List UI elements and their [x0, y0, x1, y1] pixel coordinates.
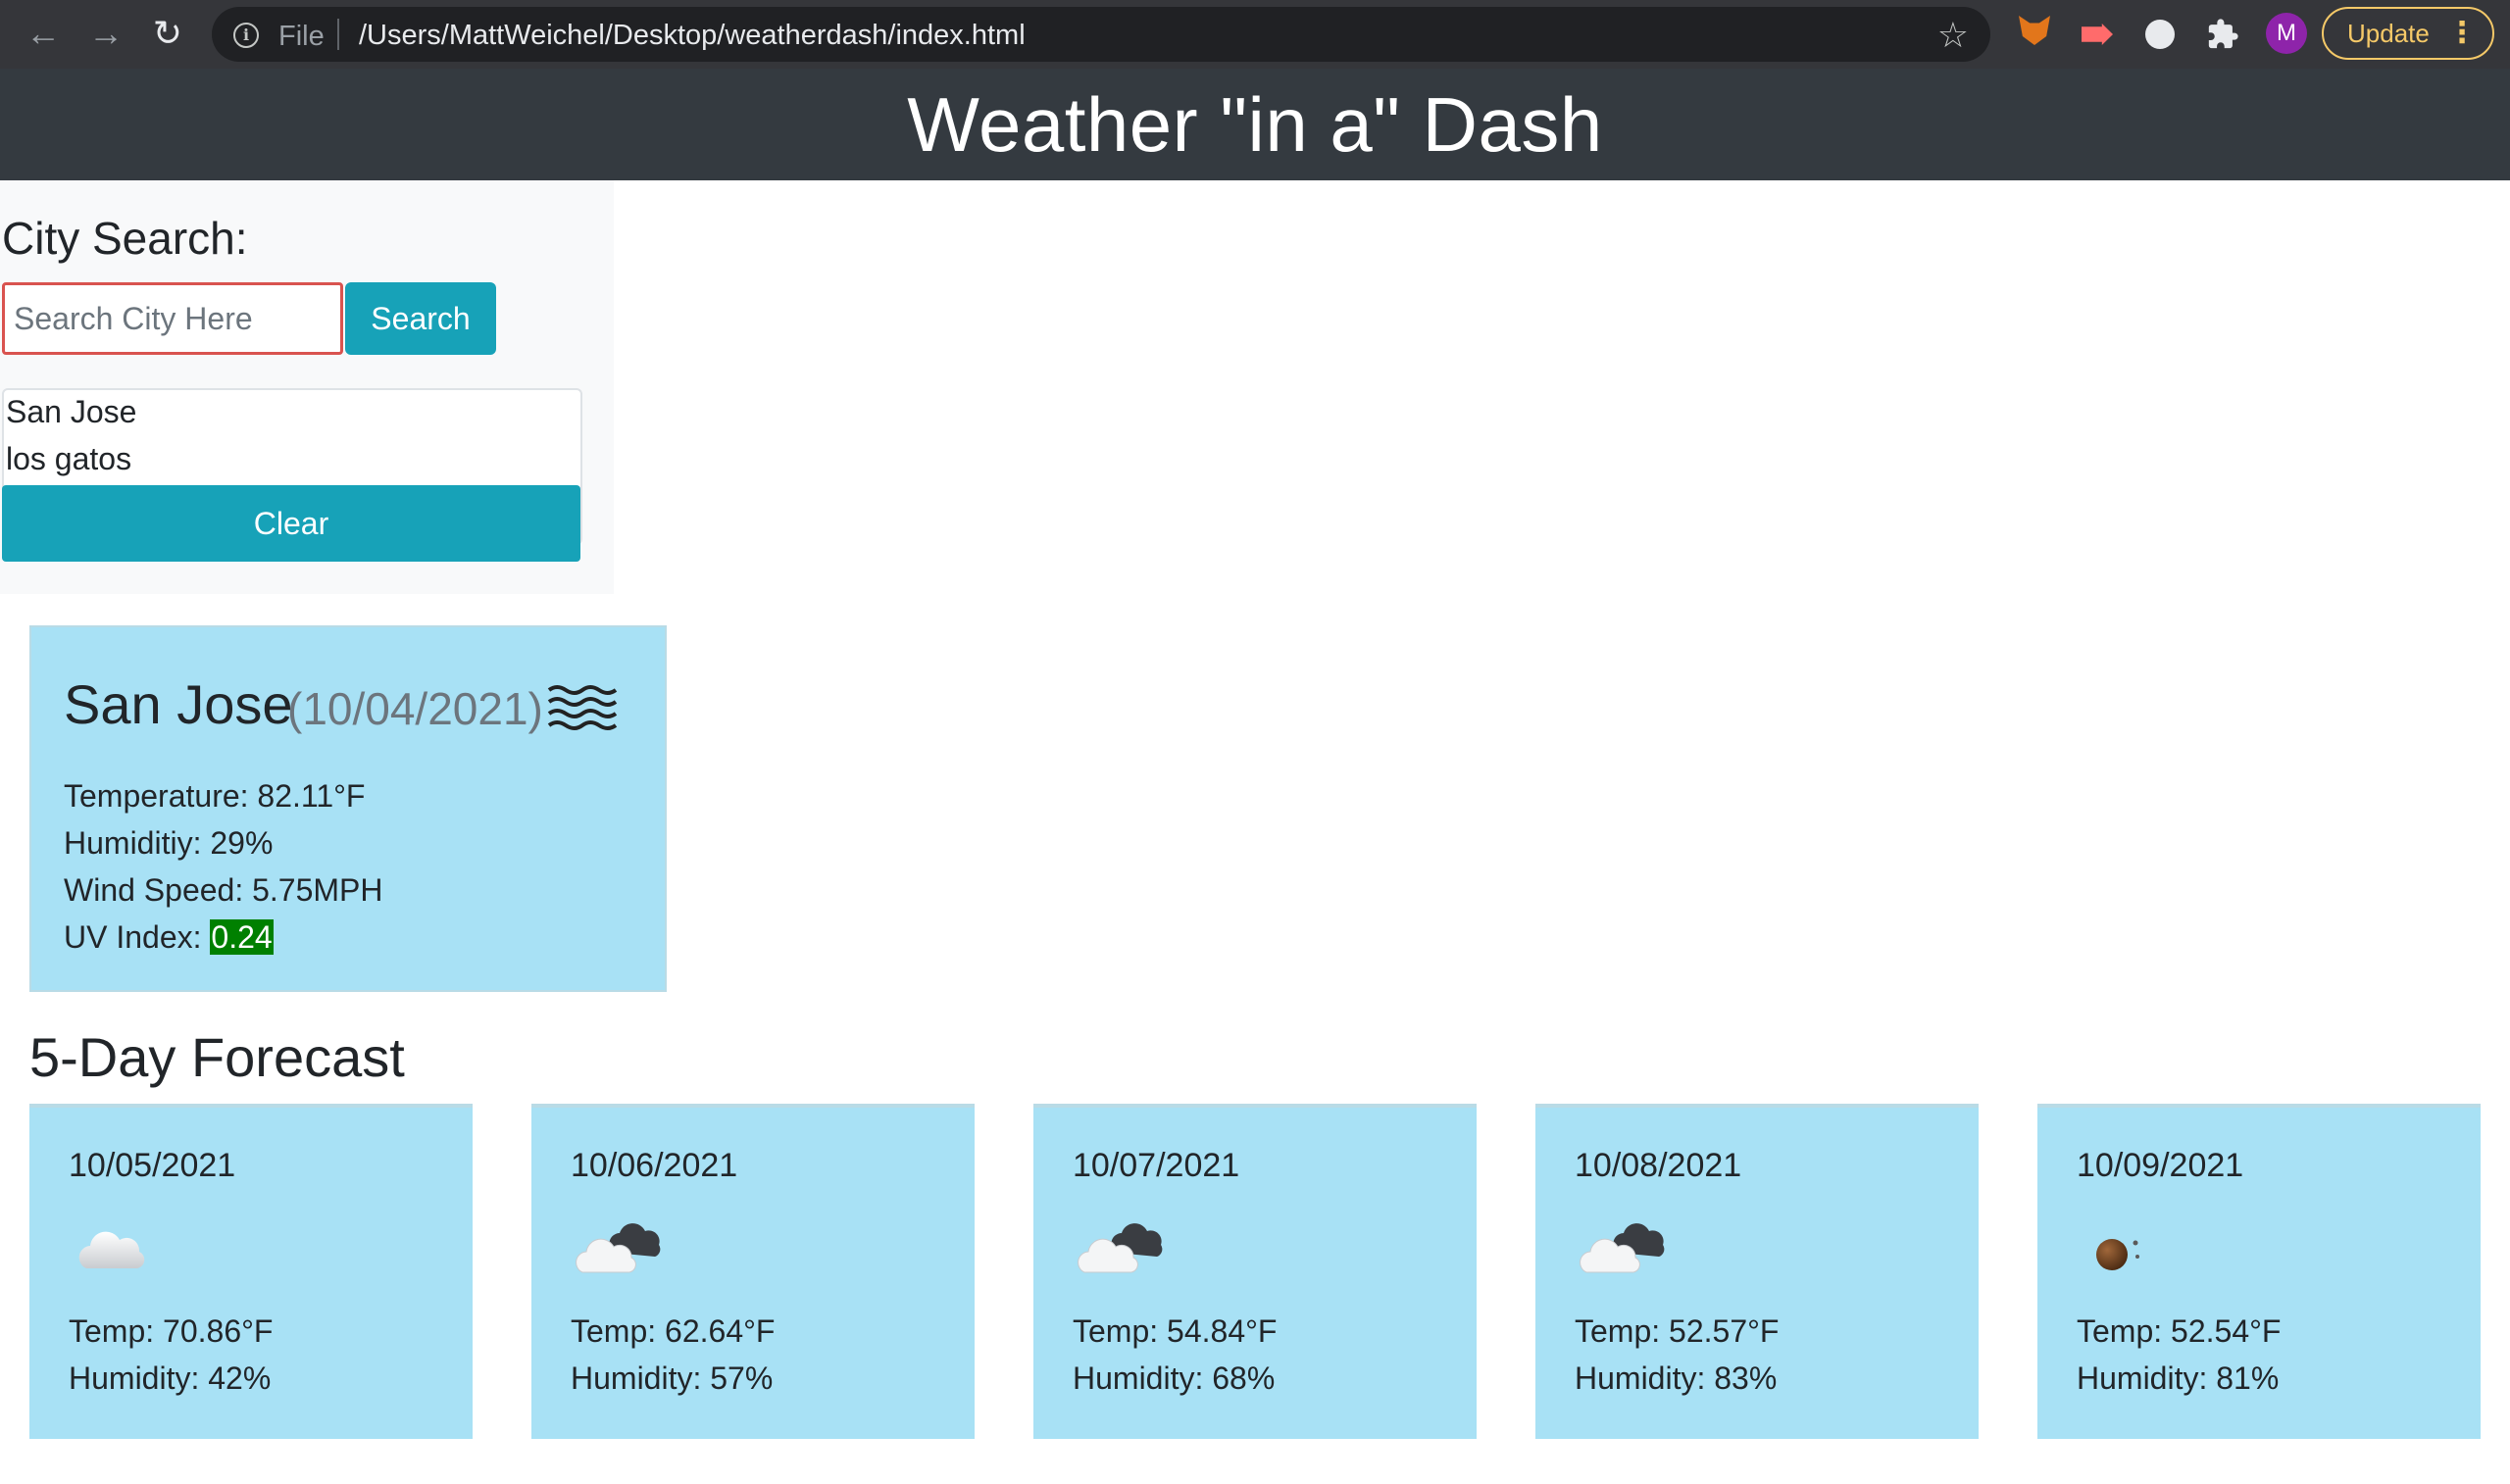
- forecast-date: 10/05/2021: [69, 1147, 236, 1184]
- avatar[interactable]: M: [2266, 13, 2307, 54]
- forecast-card: 10/09/2021 Temp: 52.54°F Humidity: 81%: [2037, 1104, 2481, 1439]
- forecast-temp: Temp: 62.64°F: [571, 1313, 776, 1349]
- broken-clouds-icon: [1580, 1223, 1665, 1273]
- forecast-date: 10/08/2021: [1575, 1147, 1742, 1184]
- puzzle-icon[interactable]: [2204, 16, 2241, 53]
- history-item-san-jose[interactable]: San Jose: [6, 394, 136, 430]
- forecast-humidity: Humidity: 42%: [69, 1360, 272, 1396]
- star-icon[interactable]: ☆: [1937, 15, 1969, 56]
- fog-icon: [547, 685, 618, 730]
- uv-label: UV Index:: [64, 919, 211, 955]
- city-name: San Jose: [64, 673, 293, 735]
- divider: [337, 19, 339, 50]
- search-input[interactable]: [2, 282, 343, 355]
- cloud-icon: [78, 1231, 145, 1268]
- back-arrow-icon[interactable]: ←: [24, 14, 63, 53]
- current-wind-speed: Wind Speed: 5.75MPH: [64, 872, 383, 908]
- url-text[interactable]: /Users/MattWeichel/Desktop/weatherdash/i…: [359, 20, 1026, 52]
- city-search-heading: City Search:: [2, 213, 248, 264]
- page-header: Weather "in a" Dash: [0, 69, 2510, 180]
- forecast-temp: Temp: 70.86°F: [69, 1313, 274, 1349]
- forecast-temp: Temp: 54.84°F: [1073, 1313, 1278, 1349]
- uv-value-badge: 0.24: [210, 919, 274, 955]
- circle-extension-icon[interactable]: [2141, 16, 2179, 53]
- address-bar[interactable]: i File /Users/MattWeichel/Desktop/weathe…: [212, 7, 1990, 62]
- update-label: Update: [2347, 19, 2430, 48]
- forecast-card: 10/08/2021 Temp: 52.57°F Humidity: 83%: [1535, 1104, 1979, 1439]
- page-title: Weather "in a" Dash: [907, 81, 1603, 168]
- current-temperature: Temperature: 82.11°F: [64, 778, 366, 814]
- info-icon[interactable]: i: [233, 23, 259, 48]
- broken-clouds-icon: [576, 1223, 661, 1273]
- forecast-temp: Temp: 52.54°F: [2077, 1313, 2282, 1349]
- forecast-card: 10/07/2021 Temp: 54.84°F Humidity: 68%: [1033, 1104, 1477, 1439]
- forecast-humidity: Humidity: 57%: [571, 1360, 774, 1396]
- current-uv-index: UV Index: 0.24: [64, 919, 274, 956]
- file-label: File: [278, 21, 325, 52]
- current-date: (10/04/2021): [287, 683, 543, 734]
- video-extension-icon[interactable]: [2079, 16, 2116, 53]
- kebab-menu-icon[interactable]: ⋮: [2447, 9, 2477, 58]
- update-button[interactable]: Update ⋮: [2322, 7, 2494, 60]
- clear-night-icon: [2096, 1239, 2139, 1270]
- current-weather-card: San Jose (10/04/2021) Temperature: 82.11…: [29, 625, 667, 992]
- browser-toolbar: ← → ↻ i File /Users/MattWeichel/Desktop/…: [0, 0, 2510, 69]
- history-item-los-gatos[interactable]: los gatos: [6, 441, 131, 477]
- forecast-date: 10/06/2021: [571, 1147, 738, 1184]
- broken-clouds-icon: [1078, 1223, 1163, 1273]
- forecast-humidity: Humidity: 81%: [2077, 1360, 2280, 1396]
- forecast-card: 10/06/2021 Temp: 62.64°F Humidity: 57%: [531, 1104, 975, 1439]
- forward-arrow-icon[interactable]: →: [86, 14, 126, 53]
- clear-button[interactable]: Clear: [2, 485, 580, 562]
- forecast-date: 10/09/2021: [2077, 1147, 2244, 1184]
- forecast-title: 5-Day Forecast: [29, 1026, 405, 1088]
- forecast-humidity: Humidity: 68%: [1073, 1360, 1276, 1396]
- search-sidebar: City Search: Search San Jose los gatos C…: [0, 180, 614, 594]
- forecast-humidity: Humidity: 83%: [1575, 1360, 1778, 1396]
- forecast-card: 10/05/2021 Temp: 70.86°F Humidity: 42%: [29, 1104, 473, 1439]
- forecast-date: 10/07/2021: [1073, 1147, 1240, 1184]
- metamask-icon[interactable]: [2016, 16, 2053, 53]
- forecast-temp: Temp: 52.57°F: [1575, 1313, 1780, 1349]
- search-button[interactable]: Search: [345, 282, 496, 355]
- reload-icon[interactable]: ↻: [148, 14, 187, 53]
- current-humidity: Humiditiy: 29%: [64, 825, 274, 861]
